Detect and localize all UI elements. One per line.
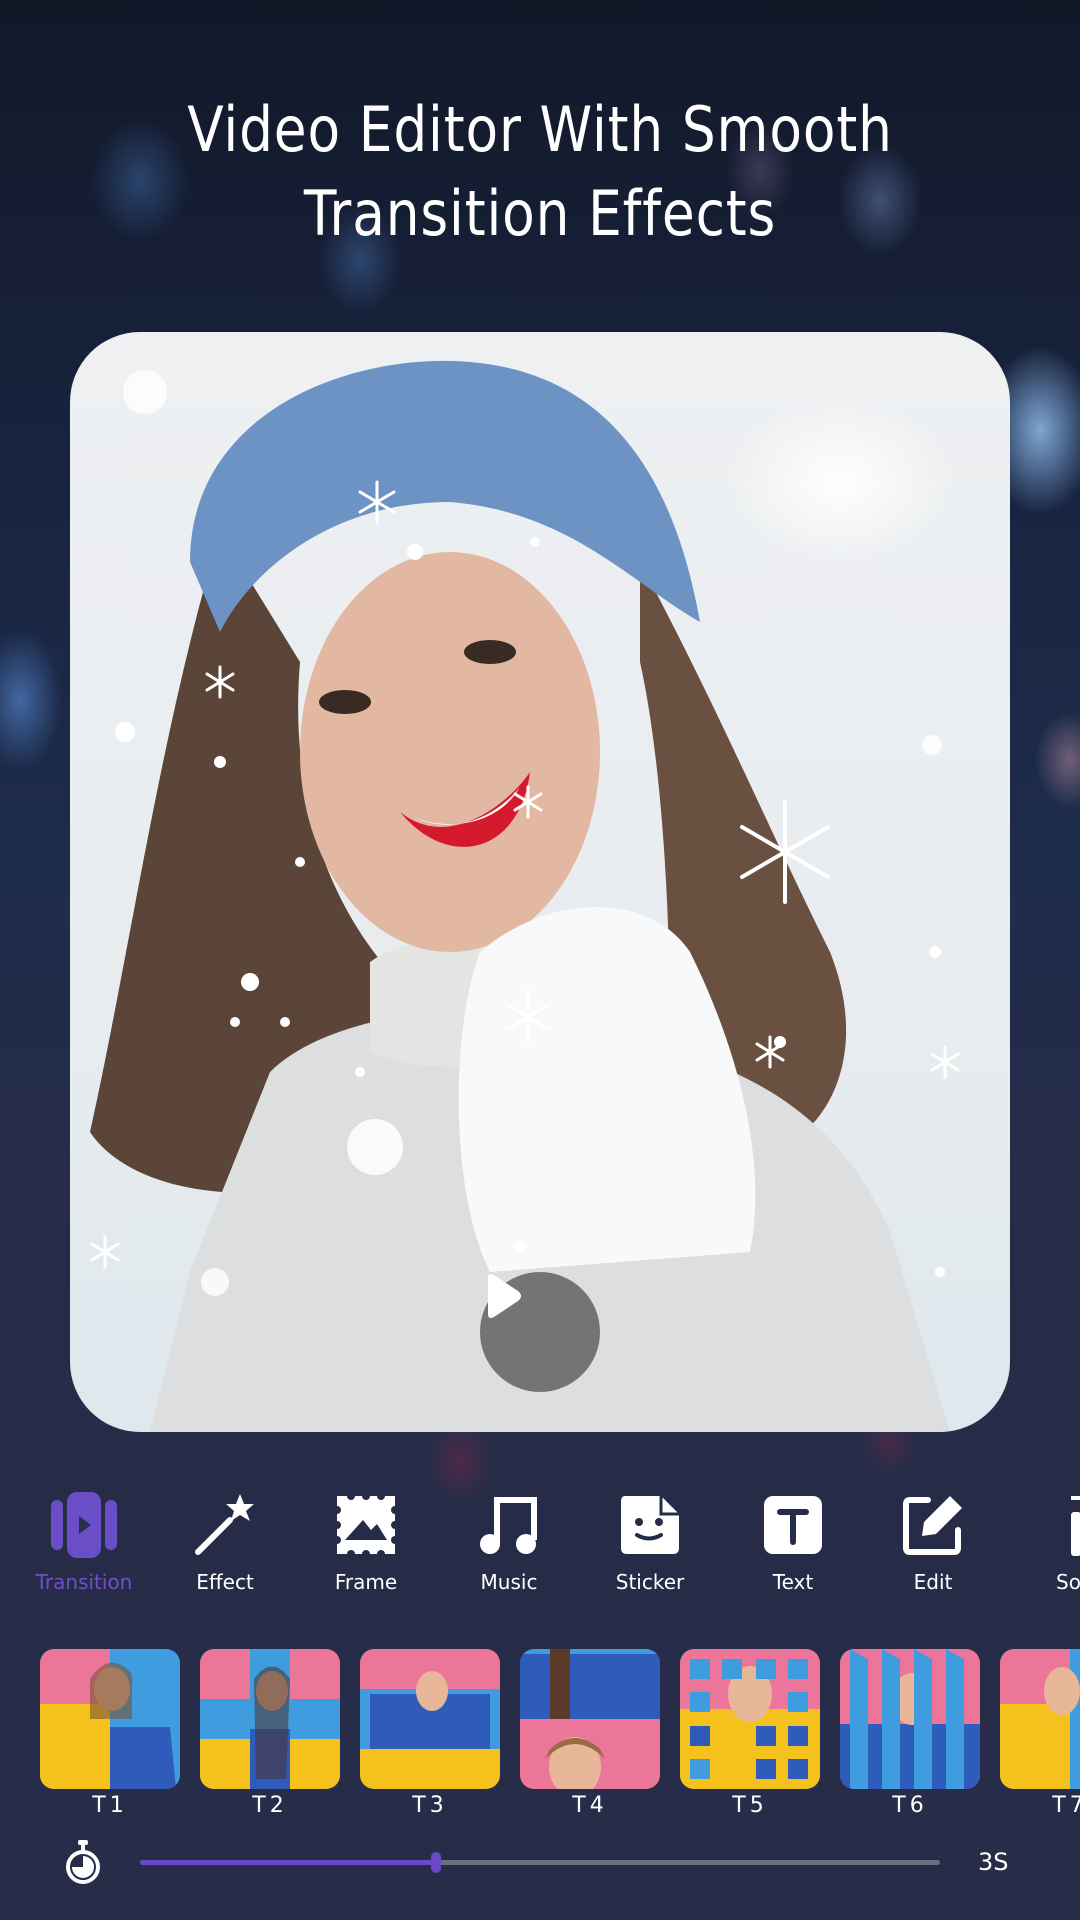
tool-sort[interactable]: Sort	[1016, 1490, 1080, 1594]
edit-icon	[903, 1496, 962, 1555]
timer-icon	[66, 1840, 100, 1884]
play-button[interactable]	[480, 1272, 600, 1392]
duration-value: 3S	[978, 1848, 1009, 1876]
title-line-1: Video Editor With Smooth	[187, 93, 893, 166]
tool-edit[interactable]: Edit	[873, 1490, 993, 1594]
transition-thumb-t3[interactable]	[360, 1649, 500, 1789]
tool-transition[interactable]: Transition	[24, 1490, 144, 1594]
slider-fill	[140, 1860, 436, 1865]
transition-label: T5	[732, 1793, 768, 1818]
transition-thumb-t5[interactable]	[680, 1649, 820, 1789]
title-line-2: Transition Effects	[303, 177, 777, 250]
thumb-image	[520, 1649, 660, 1789]
transition-thumb-t4[interactable]	[520, 1649, 660, 1789]
magic-wand-icon	[195, 1494, 254, 1555]
tool-label: Music	[480, 1570, 538, 1594]
thumb-image	[360, 1649, 500, 1789]
tool-label: Frame	[334, 1570, 398, 1594]
preview-photo	[90, 360, 960, 1432]
transition-label: T7	[1052, 1793, 1080, 1818]
slider-thumb[interactable]	[431, 1852, 441, 1873]
thumb-image	[200, 1649, 340, 1789]
editor-toolbar: Transition Effect Frame Music Sticker Te…	[0, 1490, 1080, 1600]
frame-icon	[333, 1492, 399, 1558]
transition-icon	[51, 1492, 117, 1558]
tool-label: Sort	[1056, 1570, 1080, 1594]
transition-thumb-t7[interactable]	[1000, 1649, 1080, 1789]
transition-thumb-t2[interactable]	[200, 1649, 340, 1789]
tool-frame[interactable]: Frame	[306, 1490, 426, 1594]
face	[300, 552, 600, 952]
transition-label: T4	[572, 1793, 608, 1818]
tool-label: Transition	[35, 1570, 133, 1594]
duration-slider[interactable]	[140, 1852, 940, 1873]
page-title: Video Editor With Smooth Transition Effe…	[76, 88, 1005, 256]
transition-list	[0, 1649, 1080, 1789]
transition-label: T6	[892, 1793, 928, 1818]
play-icon	[488, 1274, 521, 1318]
tool-sticker[interactable]: Sticker	[590, 1490, 710, 1594]
transition-thumb-t1[interactable]	[40, 1649, 180, 1789]
thumb-image	[680, 1649, 820, 1789]
transition-label: T3	[412, 1793, 448, 1818]
thumb-image	[40, 1649, 180, 1789]
transition-label: T1	[92, 1793, 128, 1818]
tool-label: Sticker	[615, 1570, 685, 1594]
music-note-icon	[480, 1497, 537, 1554]
transition-thumb-t6[interactable]	[840, 1649, 980, 1789]
tool-label: Effect	[196, 1570, 254, 1594]
video-preview[interactable]	[70, 332, 1010, 1432]
sticker-icon	[621, 1496, 679, 1554]
text-icon	[764, 1496, 822, 1554]
tool-music[interactable]: Music	[449, 1490, 569, 1594]
eye-left	[319, 690, 371, 714]
tool-effect[interactable]: Effect	[165, 1490, 285, 1594]
thumb-image	[1000, 1649, 1080, 1789]
tool-label: Edit	[913, 1570, 953, 1594]
duration-control: 3S	[0, 1830, 1080, 1900]
sort-icon	[1071, 1496, 1080, 1556]
tool-label: Text	[772, 1570, 814, 1594]
eye-right	[464, 640, 516, 664]
transition-label: T2	[252, 1793, 288, 1818]
thumb-image	[840, 1649, 980, 1789]
tool-text[interactable]: Text	[733, 1490, 853, 1594]
